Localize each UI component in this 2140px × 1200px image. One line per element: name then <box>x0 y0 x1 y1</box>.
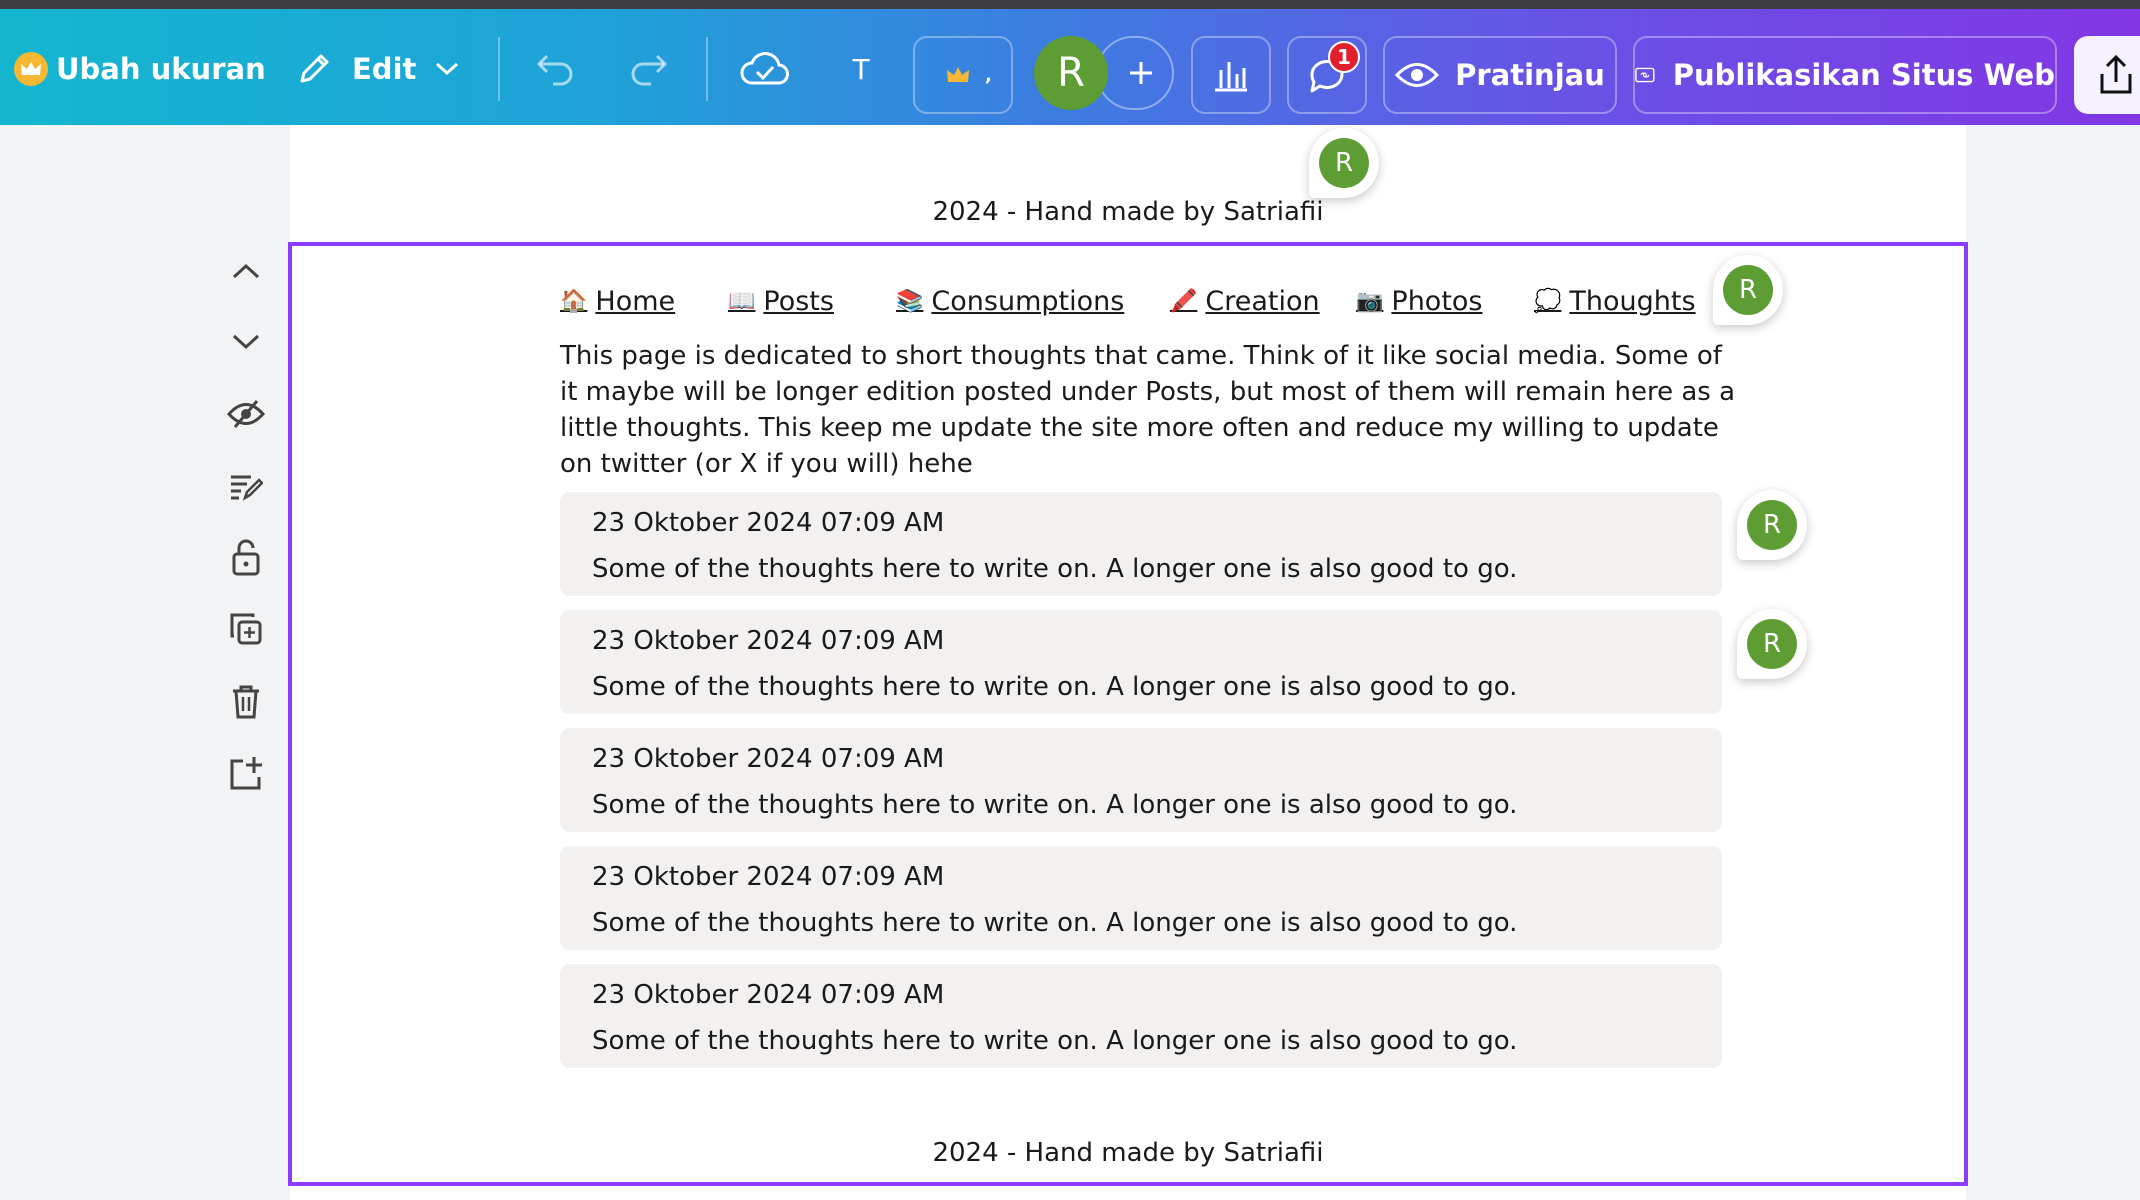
save-status-button[interactable] <box>738 43 792 95</box>
move-page-down-button[interactable] <box>226 322 266 362</box>
toolbar-divider <box>498 37 500 101</box>
window-top-strip <box>0 0 2140 9</box>
nav-link-creation[interactable]: 🖍️ Creation <box>1170 286 1320 317</box>
publish-label: Publikasikan Situs Web <box>1672 58 2055 92</box>
insights-button[interactable] <box>1191 36 1271 114</box>
thought-text: Some of the thoughts here to write on. A… <box>592 554 1518 584</box>
thought-date: 23 Oktober 2024 07:09 AM <box>592 980 945 1010</box>
collaborator-avatar[interactable]: R <box>1034 36 1108 110</box>
thought-card[interactable]: 23 Oktober 2024 07:09 AM Some of the tho… <box>560 846 1722 950</box>
thought-text: Some of the thoughts here to write on. A… <box>592 908 1518 938</box>
selected-page[interactable]: 🏠 Home 📖 Posts 📚 Consumptions 🖍️ Creatio… <box>288 242 1968 1186</box>
toolbar-divider <box>706 37 708 101</box>
thought-card[interactable]: 23 Oktober 2024 07:09 AM Some of the tho… <box>560 964 1722 1068</box>
thought-bubble-icon: 💭 <box>1534 289 1562 314</box>
resize-label: Ubah ukuran <box>56 52 266 86</box>
undo-icon <box>536 54 573 86</box>
trash-icon <box>233 685 259 719</box>
edit-label: Edit <box>352 52 417 86</box>
comment-pin[interactable]: R <box>1737 490 1807 560</box>
thought-card[interactable]: 23 Oktober 2024 07:09 AM Some of the tho… <box>560 492 1722 596</box>
camera-icon: 📷 <box>1356 289 1384 314</box>
nav-label: Home <box>595 286 676 317</box>
text-tool-button[interactable]: T <box>846 45 876 93</box>
resize-button[interactable]: Ubah ukuran <box>14 45 266 93</box>
cloud-check-icon <box>740 52 789 85</box>
nav-label: Creation <box>1205 286 1320 317</box>
add-page-button[interactable] <box>226 753 266 793</box>
comment-avatar: R <box>1747 500 1797 550</box>
hide-icon <box>227 400 265 428</box>
notes-icon <box>231 475 263 501</box>
comment-avatar: R <box>1723 265 1773 315</box>
comment-avatar: R <box>1747 619 1797 669</box>
books-icon: 📚 <box>896 289 924 314</box>
nav-label: Posts <box>763 286 834 317</box>
nav-link-thoughts[interactable]: 💭 Thoughts <box>1534 286 1696 317</box>
page-footer: 2024 - Hand made by Satriafii <box>932 1138 1324 1168</box>
nav-link-home[interactable]: 🏠 Home <box>560 286 675 317</box>
thought-text: Some of the thoughts here to write on. A… <box>592 672 1518 702</box>
nav-label: Photos <box>1391 286 1483 317</box>
premium-features-button[interactable]: , <box>913 36 1013 114</box>
editor-toolbar: Ubah ukuran Edit T , R 1 Pratinjau Publi… <box>0 9 2140 125</box>
previous-page[interactable]: 2024 - Hand made by Satriafii <box>290 125 1966 243</box>
website-icon <box>1635 67 1655 83</box>
notification-badge: 1 <box>1328 41 1360 73</box>
plus-icon <box>1130 62 1152 84</box>
text-tool-glyph: T <box>852 52 870 86</box>
chevron-down-icon <box>232 334 260 350</box>
truncated-mark-icon: , <box>985 64 992 86</box>
edit-mode-button[interactable]: Edit <box>294 45 460 93</box>
crayon-icon: 🖍️ <box>1170 289 1198 314</box>
thought-card[interactable]: 23 Oktober 2024 07:09 AM Some of the tho… <box>560 728 1722 832</box>
nav-link-consumptions[interactable]: 📚 Consumptions <box>896 286 1124 317</box>
move-page-up-button[interactable] <box>226 251 266 291</box>
hide-page-button[interactable] <box>226 394 266 434</box>
lock-icon <box>232 539 260 576</box>
redo-icon <box>631 54 668 86</box>
comment-pin[interactable]: R <box>1309 128 1379 198</box>
duplicate-icon <box>230 613 262 645</box>
delete-page-button[interactable] <box>226 682 266 722</box>
share-button[interactable] <box>2074 36 2140 114</box>
crown-icon <box>14 52 48 86</box>
thought-date: 23 Oktober 2024 07:09 AM <box>592 862 945 892</box>
thought-date: 23 Oktober 2024 07:09 AM <box>592 744 945 774</box>
nav-label: Consumptions <box>931 286 1125 317</box>
notes-button[interactable] <box>226 466 266 506</box>
publish-website-button[interactable]: Publikasikan Situs Web <box>1633 36 2057 114</box>
thought-card[interactable]: 23 Oktober 2024 07:09 AM Some of the tho… <box>560 610 1722 714</box>
house-icon: 🏠 <box>560 289 588 314</box>
comment-avatar: R <box>1319 138 1369 188</box>
thought-date: 23 Oktober 2024 07:09 AM <box>592 626 945 656</box>
chevron-down-icon <box>434 61 460 77</box>
previous-page-footer: 2024 - Hand made by Satriafii <box>932 197 1324 227</box>
nav-link-photos[interactable]: 📷 Photos <box>1356 286 1483 317</box>
nav-label: Thoughts <box>1569 286 1696 317</box>
add-page-icon <box>230 757 262 790</box>
next-page-edge <box>290 1186 1966 1200</box>
share-icon <box>2100 54 2132 94</box>
thought-text: Some of the thoughts here to write on. A… <box>592 790 1518 820</box>
eye-icon <box>1395 63 1440 87</box>
crown-icon <box>947 67 969 82</box>
thought-date: 23 Oktober 2024 07:09 AM <box>592 508 945 538</box>
redo-button[interactable] <box>624 45 672 93</box>
comment-pin[interactable]: R <box>1737 609 1807 679</box>
chevron-up-icon <box>232 263 260 279</box>
duplicate-page-button[interactable] <box>226 609 266 649</box>
bar-chart-icon <box>1215 62 1247 92</box>
thought-text: Some of the thoughts here to write on. A… <box>592 1026 1518 1056</box>
preview-button[interactable]: Pratinjau <box>1383 36 1617 114</box>
pencil-icon <box>294 49 334 89</box>
comment-pin[interactable]: R <box>1713 255 1783 325</box>
intro-paragraph: This page is dedicated to short thoughts… <box>560 341 1736 479</box>
nav-link-posts[interactable]: 📖 Posts <box>728 286 834 317</box>
lock-page-button[interactable] <box>226 537 266 577</box>
preview-label: Pratinjau <box>1455 58 1605 92</box>
undo-button[interactable] <box>532 45 580 93</box>
book-icon: 📖 <box>728 289 756 314</box>
